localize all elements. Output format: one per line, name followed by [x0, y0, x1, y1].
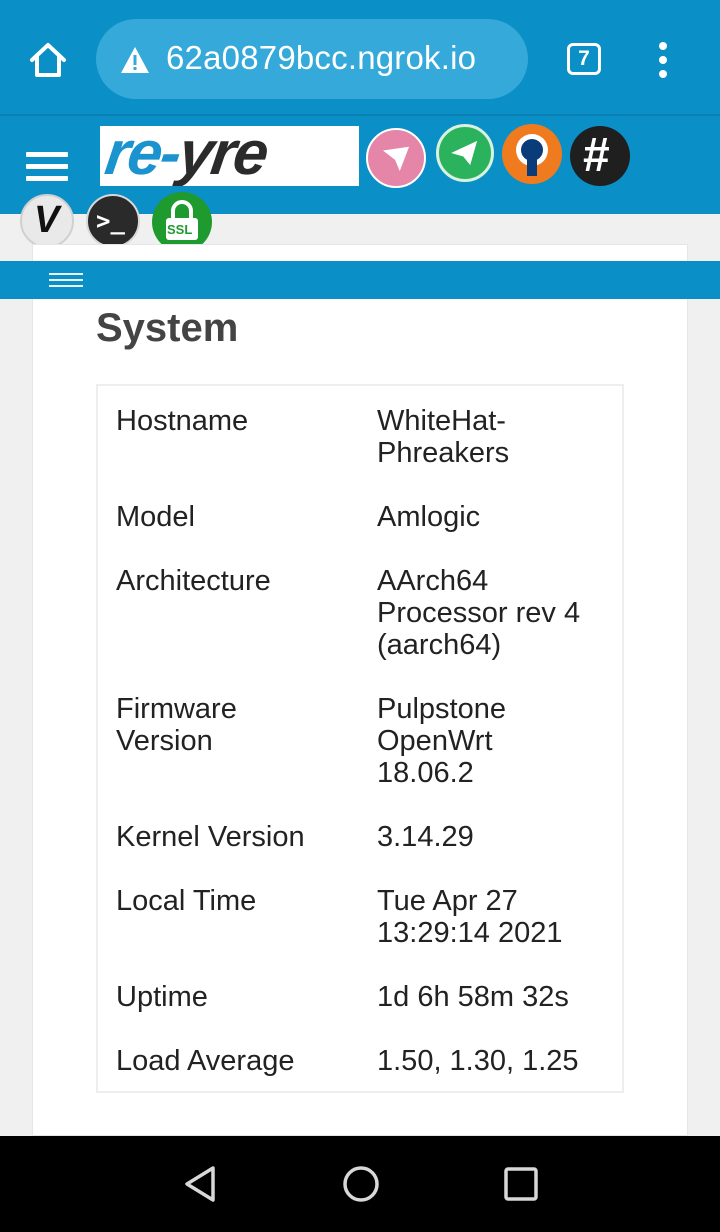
ssl-lock-icon[interactable]: SSL	[152, 192, 212, 252]
row-value: Pulpstone OpenWrt 18.06.2	[377, 693, 506, 789]
hashtag-label: #	[583, 129, 610, 182]
row-key: Kernel Version	[116, 821, 305, 853]
sub-navigation-bar	[0, 261, 720, 299]
v2ray-icon[interactable]: V	[20, 194, 74, 248]
warning-icon[interactable]	[120, 46, 150, 74]
home-nav-icon[interactable]	[341, 1164, 381, 1204]
row-key: Model	[116, 501, 195, 533]
system-navigation-bar	[0, 1136, 720, 1232]
v-label: V	[34, 199, 60, 241]
logo-text-left: re-	[101, 126, 185, 186]
ssl-label: SSL	[167, 222, 193, 237]
row-key: Local Time	[116, 885, 257, 917]
hamburger-menu-icon[interactable]	[26, 152, 68, 182]
section-title: System	[96, 306, 239, 350]
logo-text-right: yre	[174, 126, 272, 186]
row-key: Load Average	[116, 1045, 295, 1077]
send-pink-icon[interactable]	[366, 128, 426, 188]
send-green-icon[interactable]	[436, 124, 494, 182]
home-icon[interactable]	[28, 40, 68, 80]
row-value: 3.14.29	[377, 821, 474, 853]
tab-switcher-button[interactable]: 7	[567, 43, 601, 75]
row-value: 1d 6h 58m 32s	[377, 981, 569, 1013]
more-menu-icon[interactable]	[650, 40, 676, 80]
row-value: Amlogic	[377, 501, 481, 533]
row-value: WhiteHat-Phreakers	[377, 405, 510, 469]
terminal-icon[interactable]: >_	[86, 194, 140, 248]
row-key: Hostname	[116, 405, 249, 437]
hashtag-icon[interactable]: #	[570, 126, 630, 186]
row-key: Uptime	[116, 981, 208, 1013]
sub-menu-icon[interactable]	[49, 273, 83, 287]
recents-icon[interactable]	[501, 1164, 541, 1204]
row-value: Tue Apr 27 13:29:14 2021	[377, 885, 563, 949]
system-info-table: Hostname WhiteHat-Phreakers Model Amlogi…	[96, 384, 624, 1093]
site-logo[interactable]: re-yre	[100, 126, 359, 186]
url-text: 62a0879bcc.ngrok.io	[166, 39, 477, 76]
terminal-label: >_	[96, 207, 125, 235]
back-icon[interactable]	[180, 1164, 220, 1204]
row-key: Architecture	[116, 565, 271, 597]
browser-toolbar: 62a0879bcc.ngrok.io 7	[0, 0, 720, 114]
row-value: 1.50, 1.30, 1.25	[377, 1045, 579, 1077]
openvpn-icon[interactable]	[502, 124, 562, 184]
row-value: AArch64 Processor rev 4 (aarch64)	[377, 565, 581, 661]
row-key: Firmware Version	[116, 693, 237, 757]
url-bar[interactable]: 62a0879bcc.ngrok.io	[96, 19, 528, 99]
